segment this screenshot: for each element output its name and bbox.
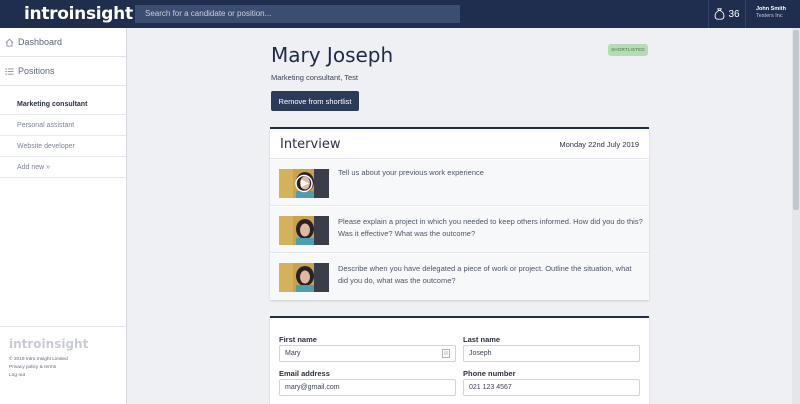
interview-question-row[interactable]: Please explain a project in which you ne… — [270, 207, 649, 253]
interview-question-row[interactable]: Describe when you have delegated a piece… — [270, 254, 649, 300]
app-logo[interactable]: introinsight — [24, 4, 133, 24]
user-company: Testers Inc — [756, 13, 783, 19]
sidebar-positions[interactable]: Positions — [0, 57, 126, 86]
sidebar-dashboard[interactable]: Dashboard — [0, 28, 126, 57]
top-bar: introinsight Search for a candidate or p… — [0, 0, 800, 28]
money-bag-icon — [715, 8, 725, 20]
remove-from-shortlist-button[interactable]: Remove from shortlist — [271, 91, 359, 111]
sidebar-item-add-new[interactable]: Add new » — [0, 157, 126, 178]
scrollbar-thumb[interactable] — [793, 30, 799, 210]
list-icon — [5, 67, 14, 75]
candidate-details-form: First name Mary Last name Joseph Email a… — [270, 316, 649, 404]
status-badge: SHORTLISTED — [608, 44, 648, 56]
question-text: Tell us about your previous work experie… — [338, 168, 484, 177]
interview-date: Monday 22nd July 2019 — [559, 140, 639, 149]
footer-copyright: © 2019 Intro Insight Limited — [9, 357, 68, 362]
question-text: Please explain a project in which you ne… — [338, 217, 643, 238]
video-thumbnail[interactable] — [279, 263, 329, 292]
phone-field[interactable]: 021 123 4567 — [463, 379, 640, 396]
play-icon — [295, 174, 313, 193]
sidebar-item-personal-assistant[interactable]: Personal assistant — [0, 115, 126, 136]
phone-label: Phone number — [463, 369, 516, 378]
candidate-subtitle: Marketing consultant, Test — [271, 73, 358, 82]
email-label: Email address — [279, 369, 330, 378]
sidebar-positions-label: Positions — [18, 66, 55, 76]
credits-counter[interactable]: 36 — [708, 0, 746, 28]
sidebar-item-marketing-consultant[interactable]: Marketing consultant — [0, 94, 126, 115]
first-name-value: Mary — [285, 350, 301, 357]
footer-logo: introinsight — [9, 337, 89, 351]
user-menu[interactable]: John Smith Testers Inc — [756, 6, 786, 20]
logout-link[interactable]: Log out — [9, 372, 117, 380]
question-text: Describe when you have delegated a piece… — [338, 264, 632, 285]
video-thumbnail[interactable] — [279, 216, 329, 245]
search-input[interactable]: Search for a candidate or position... — [135, 5, 460, 23]
sidebar: Dashboard Positions Marketing consultant… — [0, 28, 127, 404]
home-icon — [5, 38, 14, 47]
email-field[interactable]: mary@gmail.com — [279, 379, 456, 396]
interview-card: Interview Monday 22nd July 2019 Tell us … — [270, 127, 649, 300]
contact-card-icon — [442, 349, 450, 358]
privacy-link[interactable]: Privacy policy & terms — [9, 364, 117, 372]
first-name-field[interactable]: Mary — [279, 345, 456, 362]
last-name-field[interactable]: Joseph — [463, 345, 640, 362]
last-name-label: Last name — [463, 335, 501, 344]
sidebar-dashboard-label: Dashboard — [18, 37, 63, 47]
sidebar-item-website-developer[interactable]: Website developer — [0, 136, 126, 157]
interview-title: Interview — [280, 137, 341, 152]
credits-count: 36 — [728, 8, 740, 20]
user-name: John Smith — [756, 6, 786, 12]
first-name-label: First name — [279, 335, 317, 344]
candidate-name: Mary Joseph — [271, 43, 394, 67]
interview-header: Interview Monday 22nd July 2019 — [270, 129, 649, 159]
interview-question-row[interactable]: Tell us about your previous work experie… — [270, 160, 649, 206]
sidebar-footer: introinsight © 2019 Intro Insight Limite… — [0, 326, 126, 390]
video-thumbnail[interactable] — [279, 169, 329, 198]
page-scrollbar[interactable] — [792, 28, 800, 404]
